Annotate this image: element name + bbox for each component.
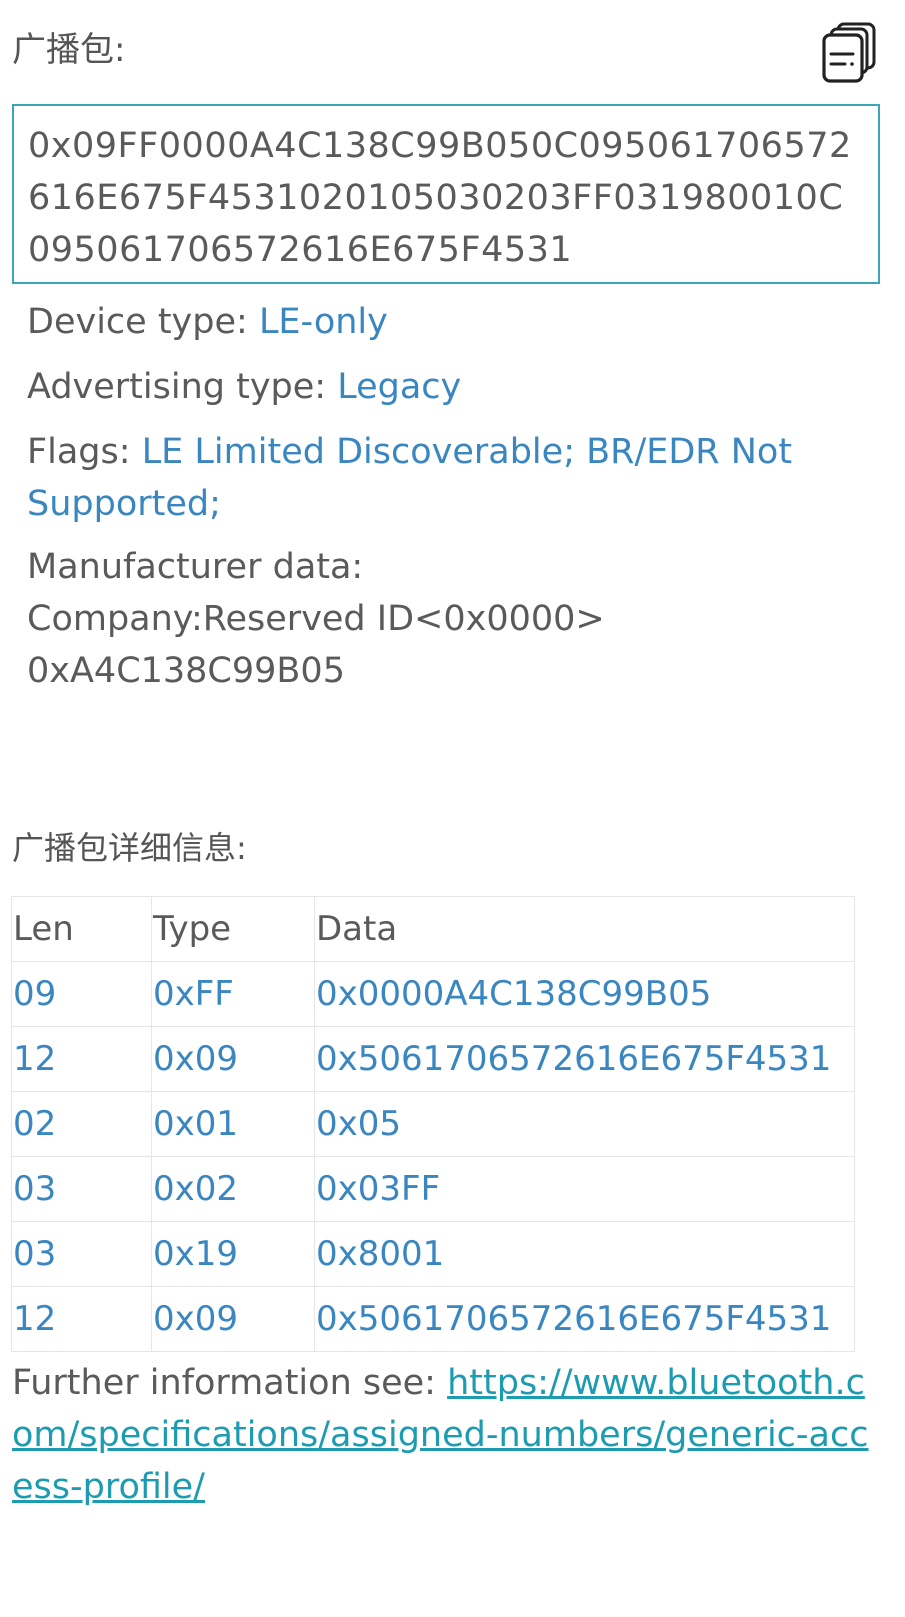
table-row: 09 0xFF 0x0000A4C138C99B05: [11, 961, 855, 1027]
cell-len: 09: [11, 961, 152, 1027]
column-header-data: Data: [314, 896, 855, 962]
table-row: 02 0x01 0x05: [11, 1091, 855, 1157]
page-title: 广播包:: [12, 30, 126, 70]
copy-button[interactable]: [820, 20, 880, 86]
advertising-type-label: Advertising type:: [27, 367, 338, 407]
cell-type: 0x19: [151, 1221, 315, 1287]
flags-value: LE Limited Discoverable; BR/EDR Not Supp…: [27, 432, 793, 524]
column-header-type: Type: [151, 896, 315, 962]
cell-data: 0x0000A4C138C99B05: [314, 961, 855, 1027]
cell-data: 0x05: [314, 1091, 855, 1157]
advertising-type-row: Advertising type: Legacy: [27, 361, 877, 413]
cell-len: 12: [11, 1026, 152, 1092]
cell-type: 0xFF: [151, 961, 315, 1027]
manufacturer-data: Manufacturer data: Company:Reserved ID<0…: [27, 541, 877, 697]
details-title: 广播包详细信息:: [12, 829, 247, 867]
cell-data: 0x03FF: [314, 1156, 855, 1222]
column-header-len: Len: [11, 896, 152, 962]
header: 广播包:: [12, 22, 892, 88]
manufacturer-data-label: Manufacturer data:: [27, 547, 364, 587]
advertising-type-value: Legacy: [337, 367, 462, 407]
cell-len: 12: [11, 1286, 152, 1352]
cell-data: 0x5061706572616E675F4531: [314, 1286, 855, 1352]
advertising-details-table: Len Type Data 09 0xFF 0x0000A4C138C99B05…: [11, 896, 855, 1352]
device-type-row: Device type: LE-only: [27, 296, 877, 348]
cell-type: 0x01: [151, 1091, 315, 1157]
table-header-row: Len Type Data: [11, 896, 855, 962]
copy-icon: [822, 22, 876, 83]
cell-len: 03: [11, 1156, 152, 1222]
table-row: 12 0x09 0x5061706572616E675F4531: [11, 1286, 855, 1352]
manufacturer-company: Company:Reserved ID<0x0000>: [27, 599, 605, 639]
device-type-label: Device type:: [27, 302, 259, 342]
further-info-label: Further information see:: [12, 1363, 448, 1403]
table-row: 03 0x02 0x03FF: [11, 1156, 855, 1222]
device-type-value: LE-only: [258, 302, 388, 342]
cell-len: 03: [11, 1221, 152, 1287]
further-info: Further information see: https://www.blu…: [12, 1357, 882, 1513]
table-row: 12 0x09 0x5061706572616E675F4531: [11, 1026, 855, 1092]
flags-label: Flags:: [27, 432, 142, 472]
flags-row: Flags: LE Limited Discoverable; BR/EDR N…: [27, 426, 877, 530]
cell-type: 0x09: [151, 1026, 315, 1092]
cell-type: 0x02: [151, 1156, 315, 1222]
cell-type: 0x09: [151, 1286, 315, 1352]
manufacturer-value: 0xA4C138C99B05: [27, 651, 345, 691]
raw-packet-box[interactable]: 0x09FF0000A4C138C99B050C095061706572616E…: [12, 104, 880, 284]
cell-len: 02: [11, 1091, 152, 1157]
cell-data: 0x8001: [314, 1221, 855, 1287]
cell-data: 0x5061706572616E675F4531: [314, 1026, 855, 1092]
table-row: 03 0x19 0x8001: [11, 1221, 855, 1287]
